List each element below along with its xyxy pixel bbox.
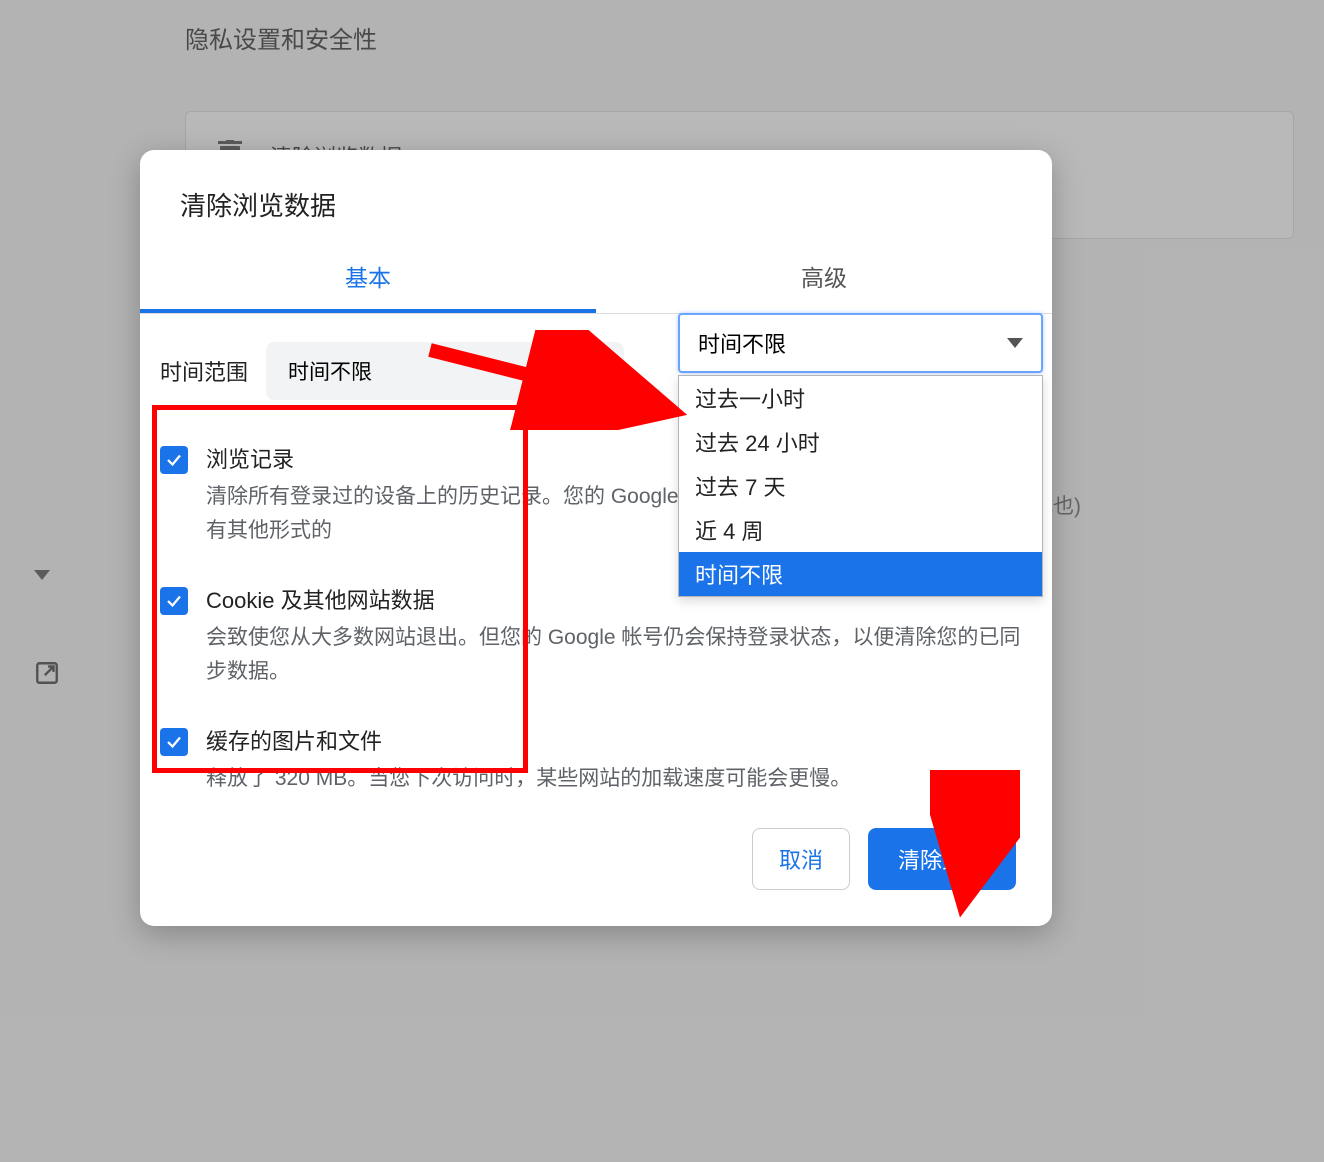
item-cached-files: 缓存的图片和文件 释放了 320 MB。当您下次访问时，某些网站的加载速度可能会…: [160, 708, 1032, 816]
caret-down-icon: [1007, 338, 1023, 348]
time-range-dropdown: 时间不限 过去一小时 过去 24 小时 过去 7 天 近 4 周 时间不限: [678, 313, 1043, 597]
time-range-label: 时间范围: [160, 355, 248, 387]
dropdown-option-selected[interactable]: 时间不限: [679, 552, 1042, 596]
tab-basic[interactable]: 基本: [140, 247, 596, 313]
caret-down-icon: [586, 366, 602, 376]
dropdown-option[interactable]: 过去一小时: [679, 376, 1042, 420]
time-range-value: 时间不限: [288, 356, 372, 386]
dropdown-option[interactable]: 过去 24 小时: [679, 420, 1042, 464]
item-desc: 会致使您从大多数网站退出。但您的 Google 帐号仍会保持登录状态，以便清除您…: [206, 621, 1032, 688]
dropdown-option[interactable]: 近 4 周: [679, 508, 1042, 552]
clear-data-button[interactable]: 清除数据: [868, 828, 1016, 890]
checkbox-cached[interactable]: [160, 728, 188, 756]
tab-advanced[interactable]: 高级: [596, 247, 1052, 313]
item-title: 缓存的图片和文件: [206, 724, 851, 756]
dialog-title: 清除浏览数据: [180, 186, 1012, 223]
checkbox-cookies[interactable]: [160, 587, 188, 615]
checkbox-browsing-history[interactable]: [160, 446, 188, 474]
dropdown-list: 过去一小时 过去 24 小时 过去 7 天 近 4 周 时间不限: [678, 375, 1043, 597]
dropdown-option[interactable]: 过去 7 天: [679, 464, 1042, 508]
dialog-tabs: 基本 高级: [140, 247, 1052, 314]
cancel-button[interactable]: 取消: [752, 828, 850, 890]
time-range-select[interactable]: 时间不限: [266, 342, 624, 400]
item-desc: 释放了 320 MB。当您下次访问时，某些网站的加载速度可能会更慢。: [206, 762, 851, 796]
dropdown-selected[interactable]: 时间不限: [678, 313, 1043, 373]
